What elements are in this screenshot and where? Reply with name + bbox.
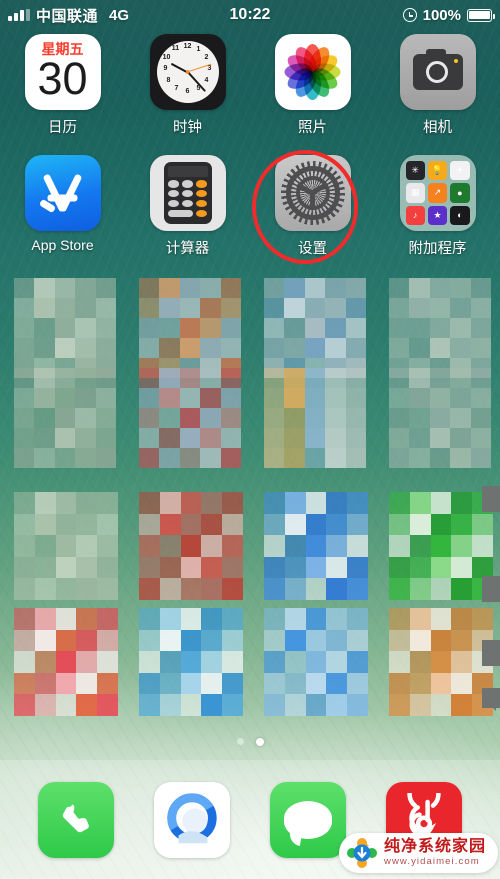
app-label: 日历	[48, 120, 77, 136]
censored-app-icon[interactable]	[14, 278, 116, 378]
camera-lens	[425, 61, 448, 83]
censored-app-icon[interactable]	[264, 278, 366, 378]
edge-marker	[482, 688, 500, 711]
globe-icon: ●	[450, 183, 470, 203]
watermark-logo-icon	[346, 838, 377, 868]
folder-extras[interactable]: ✳ 💡 ✈ ▦ ↗ ● ♪ ★ ◐ 附加程序	[375, 155, 500, 276]
app-store-icon[interactable]	[24, 155, 101, 231]
qq-browser-icon	[167, 792, 217, 843]
censored-app-icon[interactable]	[389, 368, 491, 468]
page-dot-2-active[interactable]	[255, 738, 264, 746]
calculator-keys	[167, 180, 208, 218]
censored-app-icon[interactable]	[14, 492, 118, 600]
dock-app-messages[interactable]	[270, 781, 346, 858]
watermark-url: www.yidaimei.com	[383, 856, 480, 867]
clock-center-pin	[185, 70, 190, 74]
alarm-clock-icon	[402, 8, 417, 22]
garageband-icon: ♪	[405, 205, 425, 225]
page-indicator[interactable]	[0, 738, 500, 746]
censored-app-icon[interactable]	[264, 608, 368, 716]
folder-icon[interactable]: ✳ 💡 ✈ ▦ ↗ ● ♪ ★ ◐	[399, 155, 476, 231]
censored-app-icon[interactable]	[139, 368, 241, 468]
app-label: 照片	[298, 120, 327, 136]
gear-glyph	[280, 161, 345, 225]
airplane-icon: ✈	[450, 161, 470, 181]
app-label: 相机	[423, 120, 452, 136]
photos-icon[interactable]	[274, 34, 351, 110]
calculator-screen	[167, 166, 208, 177]
app-app-store[interactable]: App Store	[0, 155, 125, 276]
camera-flash-dot	[453, 59, 458, 63]
app-store-glyph	[38, 171, 88, 215]
dock-app-qq-browser[interactable]	[154, 781, 230, 858]
app-label: App Store	[31, 237, 94, 253]
calendar-day: 30	[37, 53, 88, 104]
app-clock[interactable]: 12 1 2 3 4 5 6 7 8 9 10 11 时钟	[125, 34, 250, 155]
edge-marker	[482, 576, 500, 602]
photos-flower	[284, 43, 342, 101]
phone-handset-icon	[62, 804, 89, 832]
page-dot-1[interactable]	[236, 738, 244, 745]
censored-app-icon[interactable]	[139, 608, 243, 716]
app-label: 计算器	[165, 241, 210, 257]
app-photos[interactable]: 照片	[250, 34, 375, 155]
message-bubble-icon	[284, 800, 332, 839]
censored-app-icon[interactable]	[139, 278, 241, 378]
edge-marker	[482, 486, 500, 512]
settings-gear-icon[interactable]	[274, 155, 351, 231]
flashlight-icon: 💡	[427, 161, 448, 181]
calculator-icon[interactable]	[149, 155, 226, 231]
watermark-title: 纯净系统家园	[383, 838, 486, 855]
app-label: 设置	[298, 241, 327, 257]
app-grid: 星期五 30 日历 12 1 2 3 4 5 6 7 8 9 10 11 时钟 …	[0, 34, 500, 276]
stocks-icon: ↗	[427, 183, 448, 203]
camera-body	[412, 49, 463, 90]
clock-face: 12 1 2 3 4 5 6 7 8 9 10 11	[156, 41, 219, 103]
dark-app-icon: ◐	[450, 205, 470, 225]
dock-app-phone[interactable]	[38, 781, 114, 858]
status-bar: 中国联通 4G 10:22 100%	[0, 0, 500, 30]
clock-icon[interactable]: 12 1 2 3 4 5 6 7 8 9 10 11	[149, 34, 226, 110]
app-camera[interactable]: 相机	[375, 34, 500, 155]
folder-label: 附加程序	[408, 241, 467, 257]
app-calculator[interactable]: 计算器	[125, 155, 250, 276]
watermark: 纯净系统家园 www.yidaimei.com	[338, 833, 498, 873]
edge-marker	[482, 640, 500, 666]
app-label: 时钟	[173, 120, 202, 136]
app-calendar[interactable]: 星期五 30 日历	[0, 34, 125, 155]
censored-app-icon[interactable]	[264, 368, 366, 468]
imovie-icon: ★	[427, 205, 448, 225]
measure-icon: ▦	[405, 183, 425, 203]
censored-app-icon[interactable]	[14, 368, 116, 468]
calculator-body	[163, 162, 212, 224]
calendar-icon[interactable]: 星期五 30	[24, 34, 101, 110]
compass-icon: ✳	[405, 161, 425, 181]
censored-app-icon[interactable]	[264, 492, 368, 600]
censored-app-icon[interactable]	[389, 278, 491, 378]
battery-full-icon	[467, 8, 495, 22]
camera-icon[interactable]	[399, 34, 476, 110]
censored-app-icon[interactable]	[14, 608, 118, 716]
status-bar-clock: 10:22	[229, 6, 271, 23]
censored-app-icon[interactable]	[139, 492, 243, 600]
app-settings[interactable]: 设置	[250, 155, 375, 276]
